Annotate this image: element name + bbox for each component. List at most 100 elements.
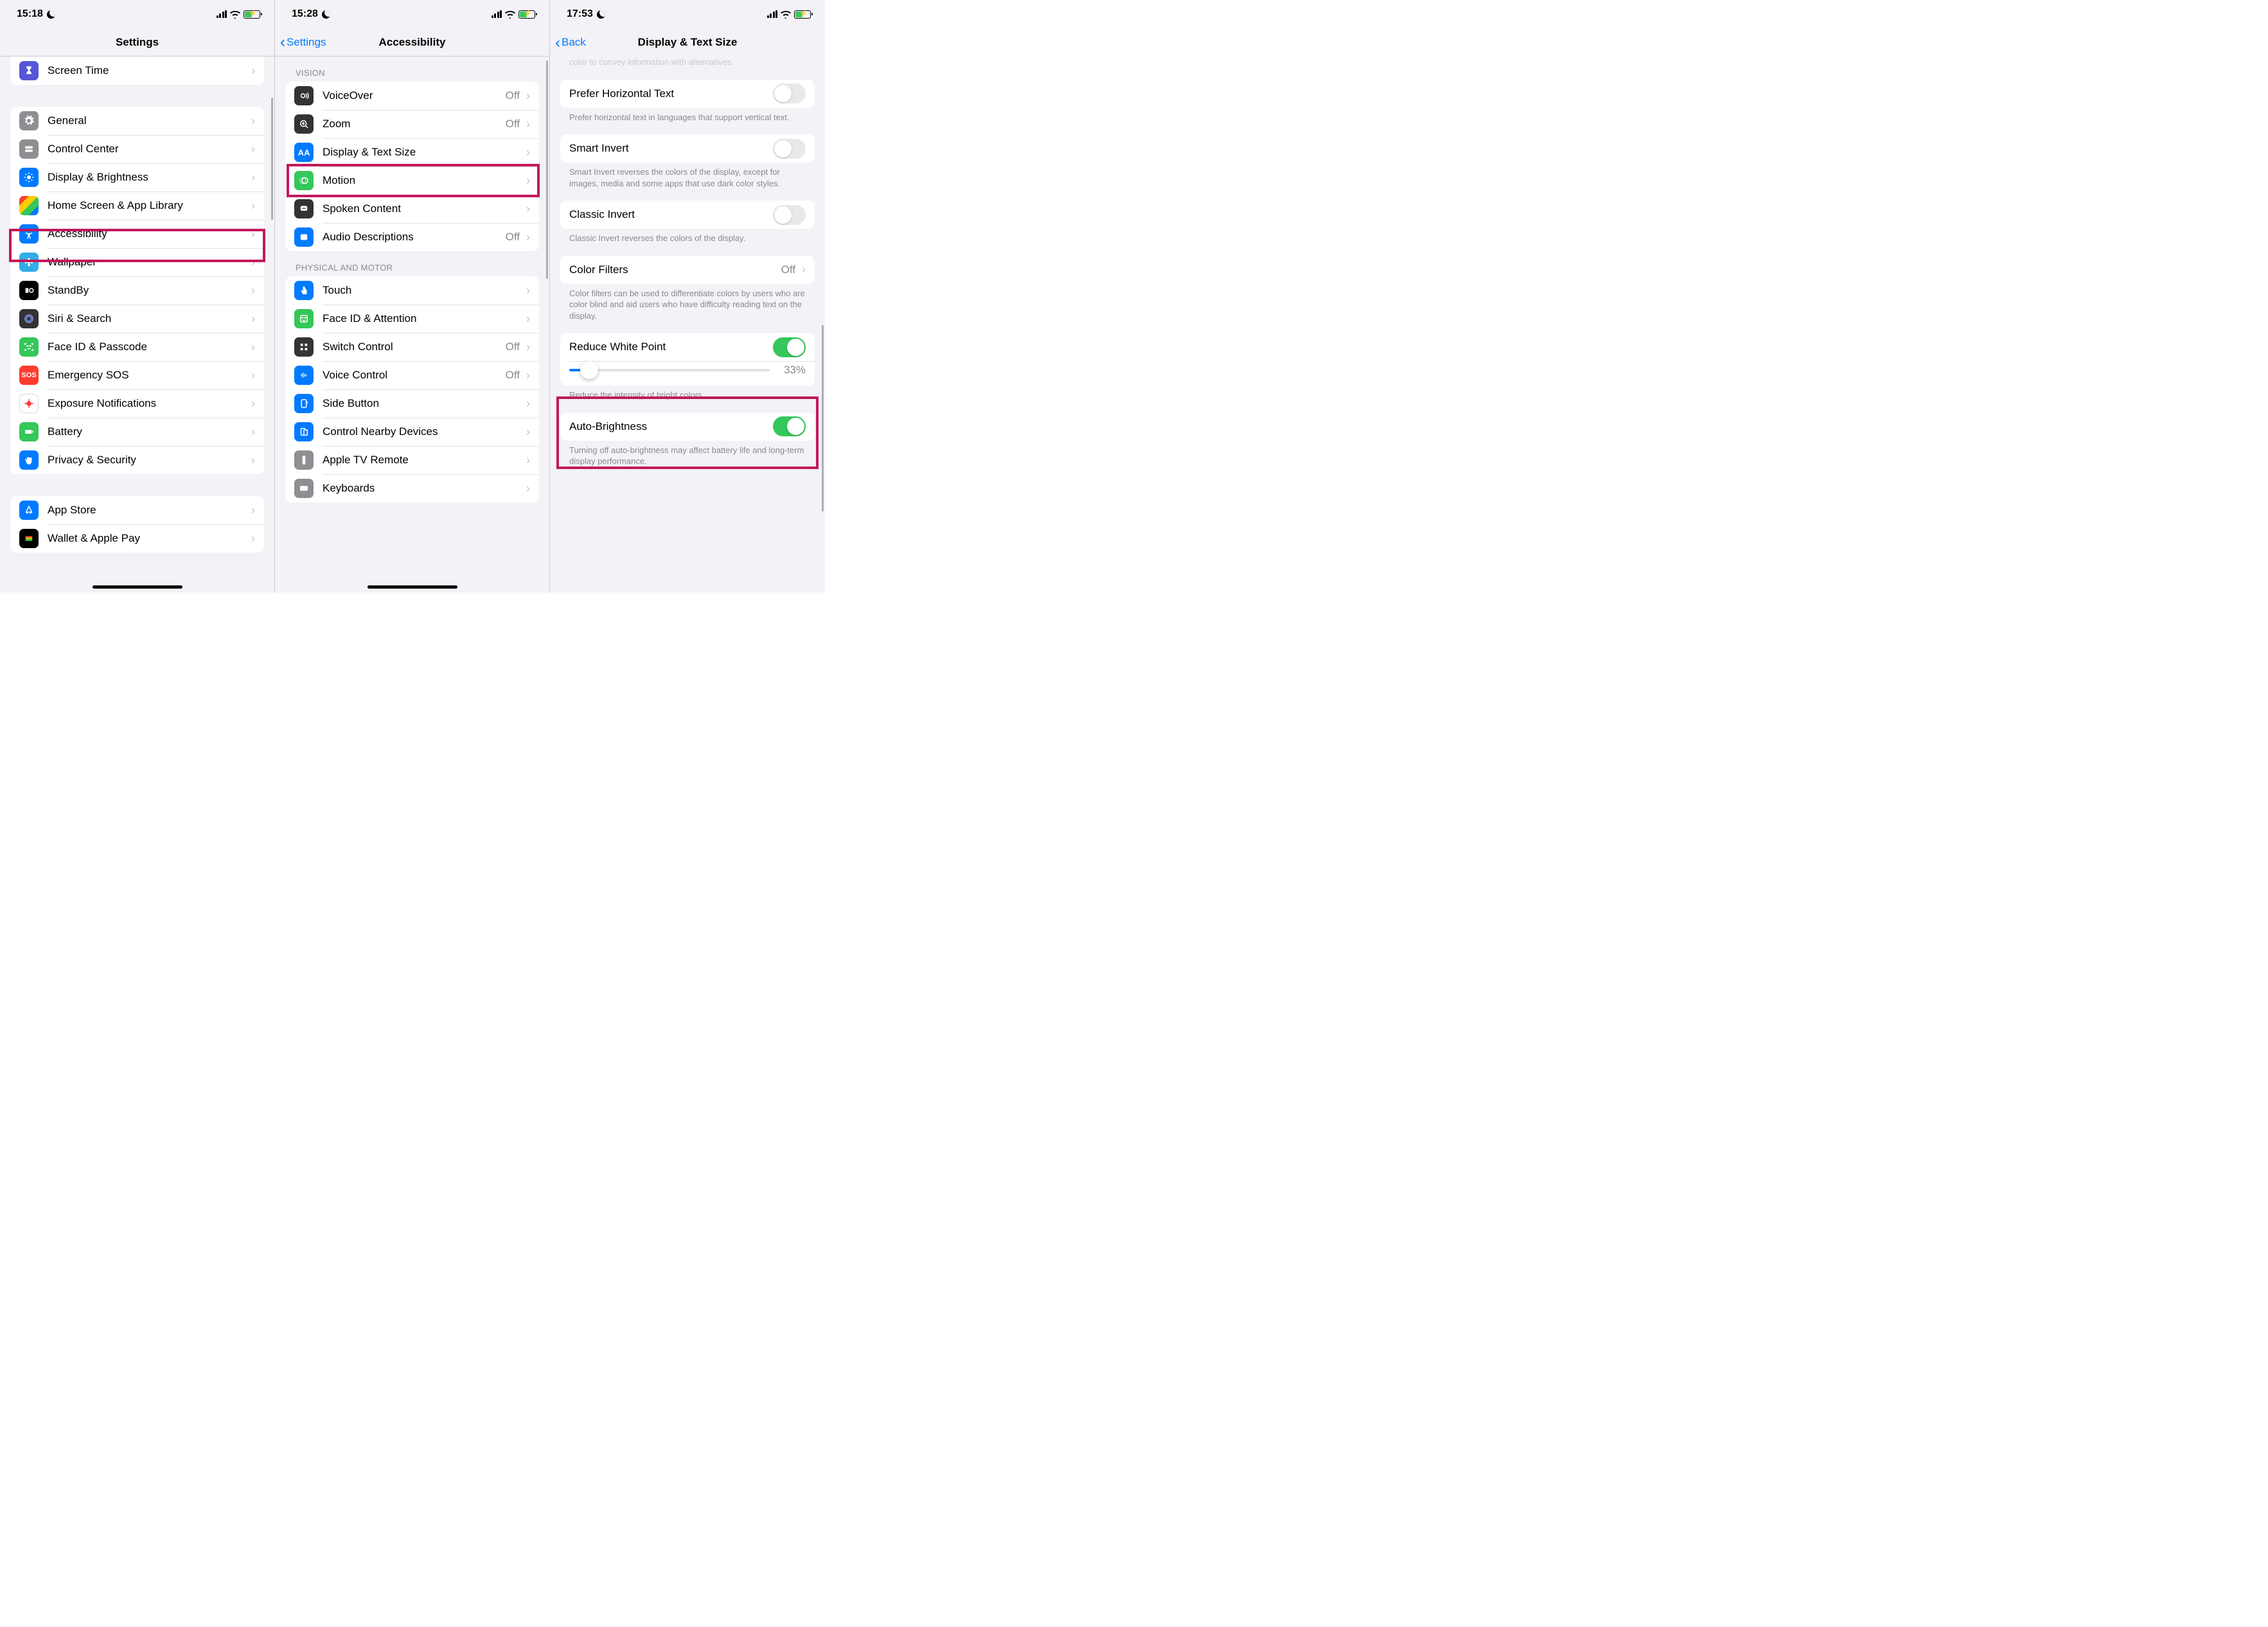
slider-percent: 33% — [776, 364, 806, 377]
textsize-icon: AA — [294, 143, 314, 162]
settings-screen: 15:18 ⚡ Settings Screen Time › General› … — [0, 0, 275, 592]
row-display-brightness[interactable]: Display & Brightness› — [10, 163, 264, 191]
slider-track[interactable] — [569, 369, 770, 371]
row-label: Emergency SOS — [48, 369, 249, 382]
voiceover-icon — [294, 86, 314, 105]
chevron-right-icon: › — [526, 312, 530, 326]
gear-icon — [19, 111, 39, 130]
row-siri[interactable]: Siri & Search› — [10, 305, 264, 333]
chevron-right-icon: › — [251, 425, 255, 439]
chevron-right-icon: › — [251, 171, 255, 184]
row-label: Side Button — [323, 397, 524, 410]
row-reduce-white-point[interactable]: Reduce White Point — [560, 333, 815, 361]
row-voiceover[interactable]: VoiceOverOff› — [285, 82, 539, 110]
row-label: Wallet & Apple Pay — [48, 532, 249, 545]
wifi-icon — [230, 10, 240, 18]
row-auto-brightness[interactable]: Auto-Brightness — [560, 413, 815, 441]
row-label: Display & Brightness — [48, 171, 249, 184]
row-prefer-horizontal[interactable]: Prefer Horizontal Text — [560, 80, 815, 108]
wifi-icon — [781, 10, 791, 18]
row-tv-remote[interactable]: Apple TV Remote› — [285, 446, 539, 474]
row-appstore[interactable]: App Store› — [10, 496, 264, 524]
dnd-moon-icon — [322, 10, 330, 19]
home-indicator[interactable] — [93, 585, 182, 589]
row-switch-control[interactable]: Switch ControlOff› — [285, 333, 539, 361]
chevron-right-icon: › — [526, 284, 530, 298]
row-battery[interactable]: Battery› — [10, 418, 264, 446]
row-nearby[interactable]: Control Nearby Devices› — [285, 418, 539, 446]
back-button[interactable]: ‹Settings — [280, 36, 326, 49]
row-sos[interactable]: SOSEmergency SOS› — [10, 361, 264, 389]
row-faceid[interactable]: Face ID & Passcode› — [10, 333, 264, 361]
group-reduce-white-point: Reduce White Point 33% — [560, 333, 815, 386]
row-accessibility[interactable]: Accessibility› — [10, 220, 264, 248]
status-time: 15:28 — [292, 8, 318, 20]
status-bar: 17:53 ⚡ — [550, 0, 825, 28]
slider-reduce-white-point[interactable]: 33% — [560, 361, 815, 386]
chevron-right-icon: › — [526, 341, 530, 354]
switch-icon — [294, 337, 314, 357]
chevron-right-icon: › — [526, 146, 530, 159]
row-keyboards[interactable]: Keyboards› — [285, 474, 539, 502]
nearby-icon — [294, 422, 314, 441]
group-auto-brightness: Auto-Brightness — [560, 413, 815, 441]
group-smart-invert: Smart Invert — [560, 134, 815, 163]
group-color-filters: Color FiltersOff› — [560, 256, 815, 284]
toggle-prefer-horizontal[interactable] — [773, 84, 806, 103]
row-home-screen[interactable]: Home Screen & App Library› — [10, 191, 264, 220]
row-wallpaper[interactable]: Wallpaper› — [10, 248, 264, 276]
row-general[interactable]: General› — [10, 107, 264, 135]
wallet-icon — [19, 529, 39, 548]
row-display-text-size[interactable]: AA Display & Text Size› — [285, 138, 539, 166]
sos-icon: SOS — [19, 366, 39, 385]
page-title: Accessibility — [379, 36, 446, 49]
brightness-icon — [19, 168, 39, 187]
row-smart-invert[interactable]: Smart Invert — [560, 134, 815, 163]
row-label: Display & Text Size — [323, 146, 524, 159]
row-label: General — [48, 114, 249, 127]
row-label: Auto-Brightness — [569, 420, 773, 433]
row-label: Privacy & Security — [48, 454, 249, 467]
row-touch[interactable]: Touch› — [285, 276, 539, 305]
toggle-smart-invert[interactable] — [773, 139, 806, 159]
toggle-reduce-white-point[interactable] — [773, 337, 806, 357]
row-motion[interactable]: Motion› — [285, 166, 539, 195]
footer-prefer-horizontal: Prefer horizontal text in languages that… — [550, 108, 825, 123]
row-spoken[interactable]: Spoken Content› — [285, 195, 539, 223]
row-label: Exposure Notifications — [48, 397, 249, 410]
row-standby[interactable]: StandBy› — [10, 276, 264, 305]
flower-icon — [19, 253, 39, 272]
row-wallet[interactable]: Wallet & Apple Pay› — [10, 524, 264, 553]
accessibility-list[interactable]: VISION VoiceOverOff› ZoomOff› AADisplay … — [275, 57, 549, 592]
back-button[interactable]: ‹Back — [555, 36, 586, 49]
row-privacy[interactable]: Privacy & Security› — [10, 446, 264, 474]
display-text-list[interactable]: color to convey information with alterna… — [550, 57, 825, 592]
home-indicator[interactable] — [368, 585, 457, 589]
row-side-button[interactable]: Side Button› — [285, 389, 539, 418]
nav-bar: ‹Settings Accessibility — [275, 28, 549, 57]
row-voice-control[interactable]: Voice ControlOff› — [285, 361, 539, 389]
row-label: Touch — [323, 284, 524, 297]
chevron-right-icon: › — [526, 425, 530, 439]
row-control-center[interactable]: Control Center› — [10, 135, 264, 163]
chevron-right-icon: › — [526, 369, 530, 382]
row-value: Off — [506, 89, 520, 102]
toggle-classic-invert[interactable] — [773, 205, 806, 225]
row-label: Battery — [48, 425, 249, 438]
status-bar: 15:28 ⚡ — [275, 0, 549, 28]
row-label: Apple TV Remote — [323, 454, 524, 467]
row-color-filters[interactable]: Color FiltersOff› — [560, 256, 815, 284]
settings-list[interactable]: Screen Time › General› Control Center› D… — [0, 57, 274, 592]
row-value: Off — [506, 341, 520, 353]
row-faceid-attn[interactable]: Face ID & Attention› — [285, 305, 539, 333]
grid-icon — [19, 196, 39, 215]
toggle-auto-brightness[interactable] — [773, 416, 806, 436]
keyboard-icon — [294, 479, 314, 498]
row-screen-time[interactable]: Screen Time › — [10, 57, 264, 85]
row-exposure[interactable]: Exposure Notifications› — [10, 389, 264, 418]
row-classic-invert[interactable]: Classic Invert — [560, 200, 815, 229]
row-audio-desc[interactable]: Audio DescriptionsOff› — [285, 223, 539, 251]
slider-thumb[interactable] — [580, 361, 598, 379]
row-zoom[interactable]: ZoomOff› — [285, 110, 539, 138]
row-value: Off — [506, 231, 520, 244]
